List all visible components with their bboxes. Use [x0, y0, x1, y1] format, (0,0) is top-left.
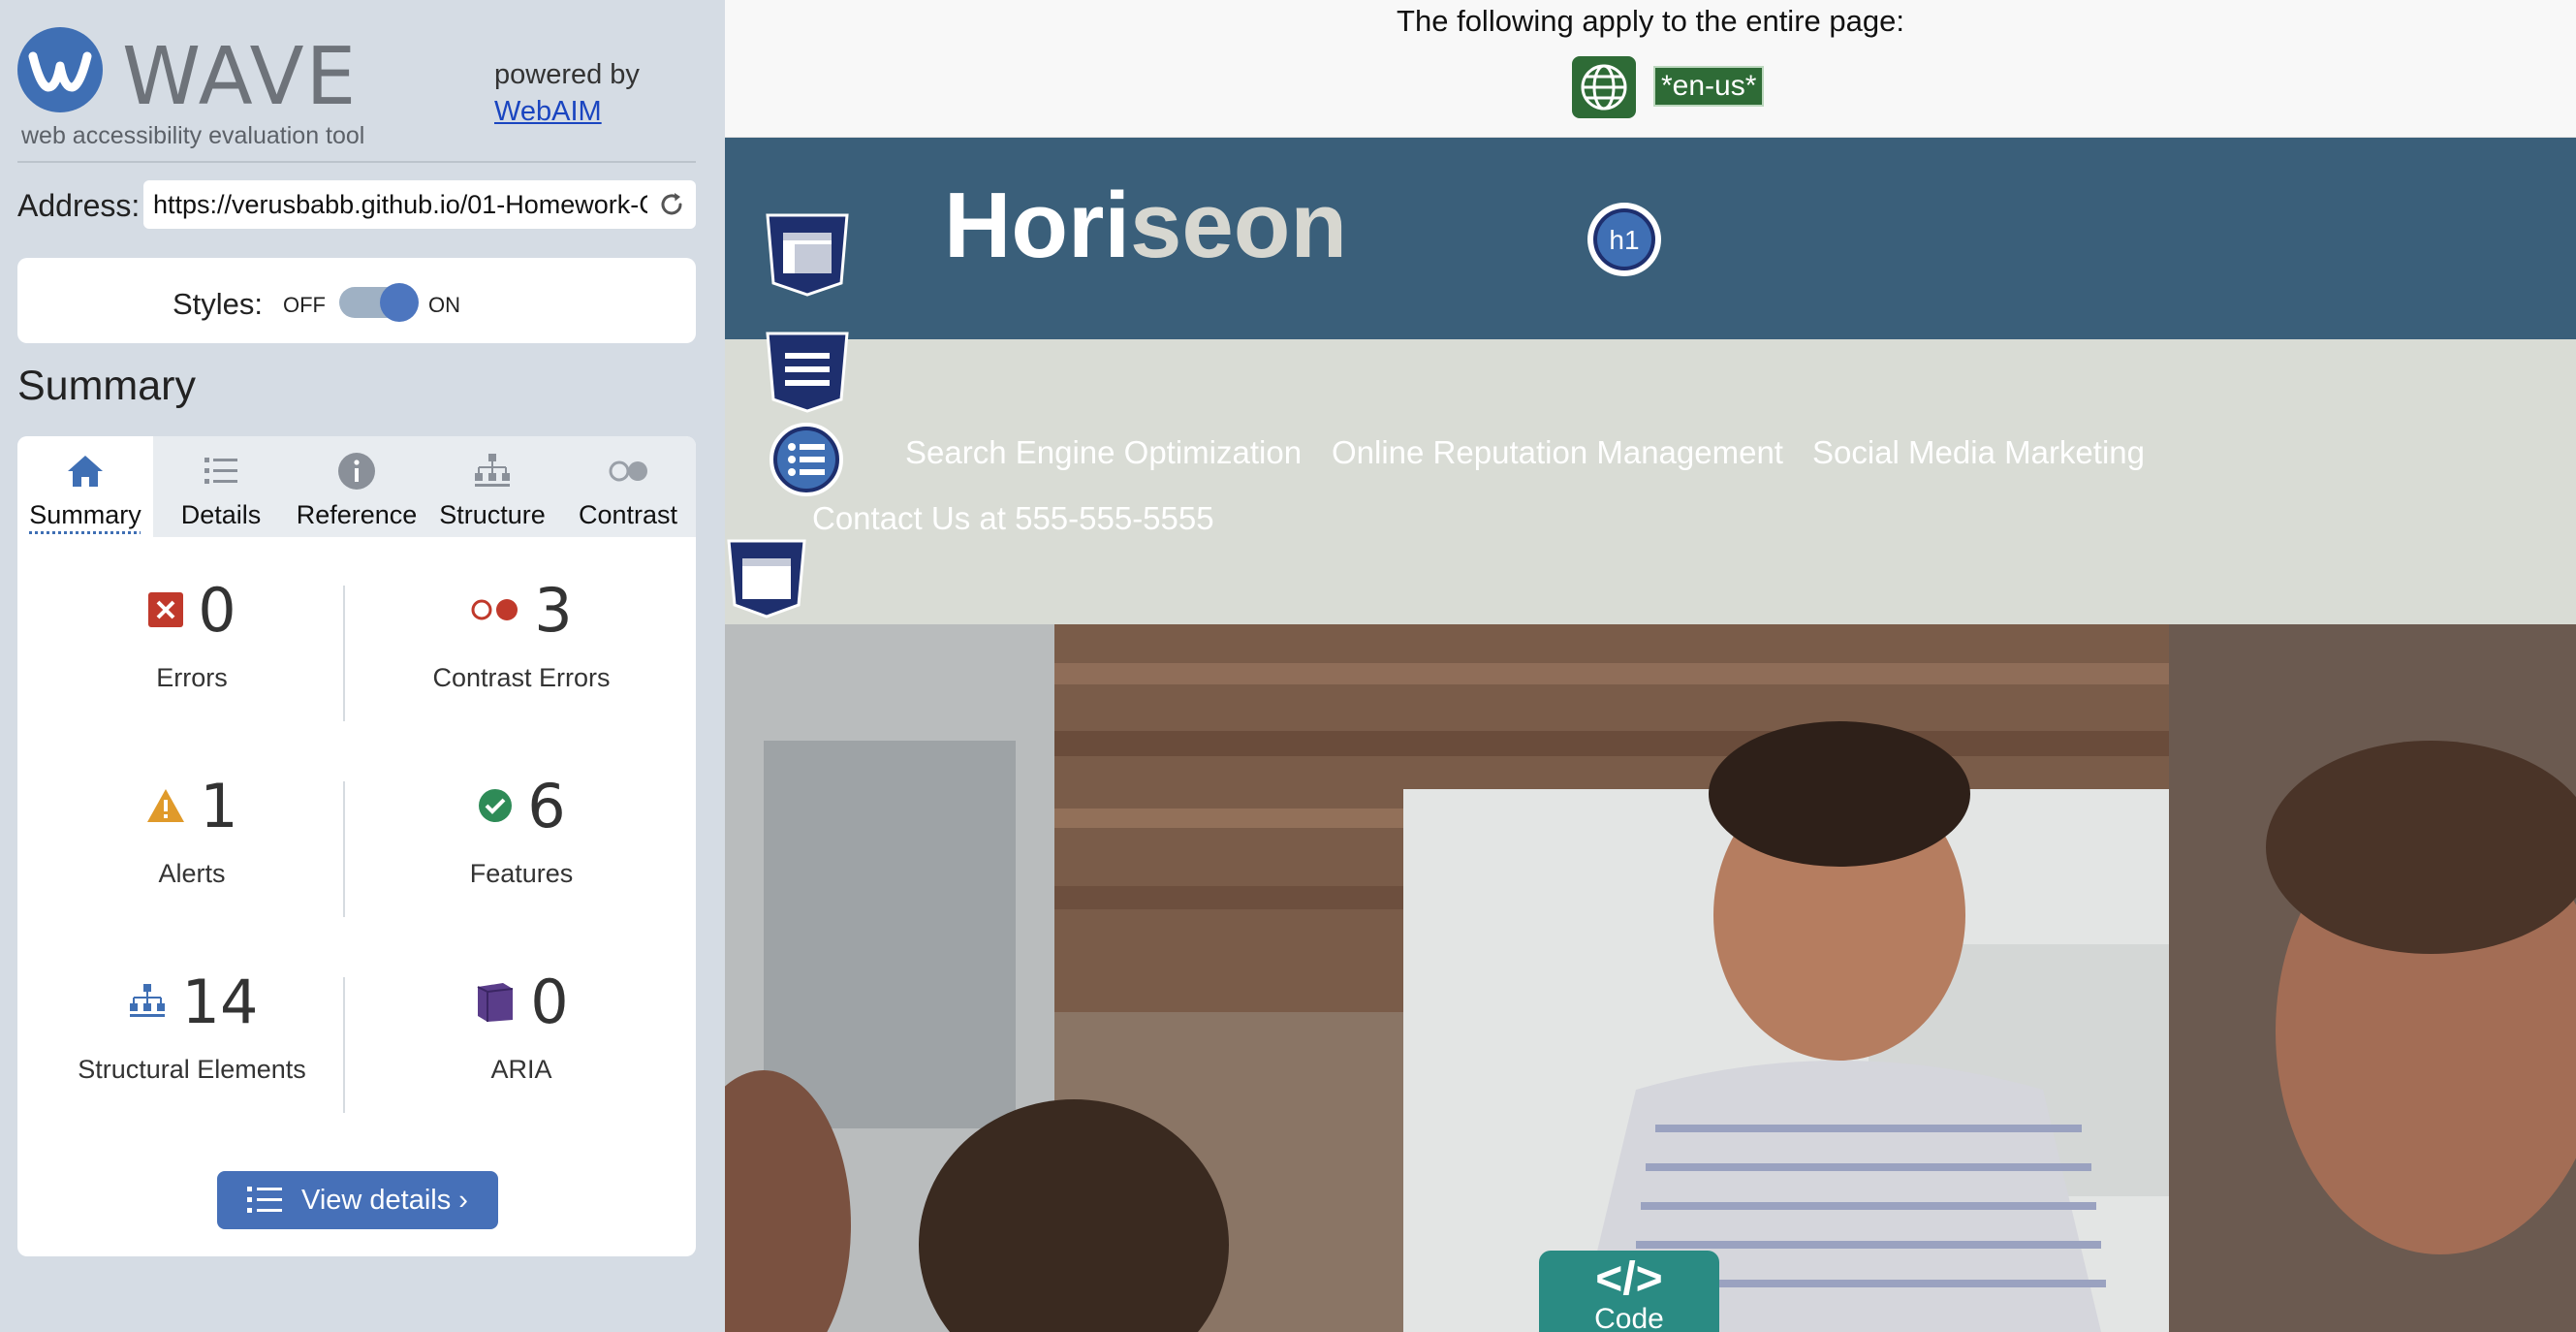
aria-icon — [477, 983, 514, 1022]
info-icon — [338, 453, 375, 490]
brand-main: Hori — [944, 174, 1130, 277]
list-icon — [204, 458, 237, 484]
main-structure-icon[interactable] — [725, 537, 808, 625]
feature-check-icon — [479, 789, 513, 822]
styles-off-label: OFF — [283, 293, 326, 317]
wave-logo-icon — [17, 27, 103, 112]
code-icon[interactable]: </> Code — [1539, 1251, 1719, 1332]
page-preview: The following apply to the entire page: … — [725, 0, 2576, 1332]
features-count: 6 — [527, 770, 566, 841]
brand-accent: seon — [1130, 174, 1348, 277]
stat-contrast-errors[interactable]: 3 Contrast Errors — [366, 556, 676, 731]
tab-label: Structure — [439, 500, 546, 529]
structural-count: 14 — [181, 966, 259, 1037]
tab-details[interactable]: Details — [153, 436, 289, 537]
structural-label: Structural Elements — [78, 1055, 306, 1084]
h1-heading-icon[interactable]: h1 — [1587, 203, 1661, 276]
webaim-link[interactable]: WebAIM — [494, 93, 640, 130]
contrast-error-icon — [471, 599, 518, 620]
view-details-button[interactable]: View details › — [217, 1171, 498, 1229]
language-badge[interactable]: *en-us* — [1653, 66, 1765, 107]
tab-label: Reference — [296, 500, 418, 529]
tab-summary[interactable]: Summary — [17, 436, 153, 537]
errors-count: 0 — [198, 574, 236, 646]
globe-icon[interactable] — [1572, 56, 1636, 118]
code-symbol: </> — [1595, 1253, 1663, 1305]
contrast-errors-count: 3 — [534, 574, 573, 646]
nav-link-social[interactable]: Social Media Marketing — [1812, 434, 2145, 471]
styles-on-label: ON — [428, 293, 460, 317]
stat-alerts[interactable]: 1 Alerts — [37, 752, 347, 927]
address-label: Address: — [17, 188, 141, 223]
toggle-knob — [380, 283, 419, 322]
alerts-count: 1 — [200, 770, 238, 841]
tab-contrast[interactable]: Contrast — [560, 436, 696, 537]
tab-label: Details — [180, 500, 262, 529]
h1-badge-text: h1 — [1609, 225, 1639, 255]
contrast-icon — [609, 460, 647, 482]
tab-structure[interactable]: Structure — [424, 436, 560, 537]
address-box — [143, 180, 696, 229]
powered-by-text: powered by — [494, 59, 640, 90]
tab-label: Summary — [29, 500, 141, 529]
stat-errors[interactable]: 0 Errors — [37, 556, 347, 731]
home-icon — [68, 456, 103, 487]
alerts-label: Alerts — [158, 859, 226, 888]
reload-icon[interactable] — [657, 190, 686, 219]
stat-features[interactable]: 6 Features — [366, 752, 676, 927]
summary-panel: Summary Details Reference Structure Cont… — [17, 436, 696, 1256]
site-nav: Search Engine Optimization Online Reputa… — [725, 339, 2576, 624]
contrast-errors-label: Contrast Errors — [432, 663, 611, 692]
hero-image — [725, 624, 2576, 1332]
panel-tabs: Summary Details Reference Structure Cont… — [17, 436, 696, 537]
code-label: Code — [1594, 1303, 1664, 1332]
error-icon — [148, 592, 184, 627]
aria-label: ARIA — [490, 1055, 552, 1084]
alert-icon — [147, 789, 185, 822]
structure-icon — [129, 984, 165, 1017]
aria-count: 0 — [530, 966, 569, 1037]
hierarchy-icon — [475, 454, 510, 487]
view-details-label: View details › — [301, 1184, 468, 1216]
wave-logo-area: WAVE web accessibility evaluation tool p… — [17, 27, 696, 153]
stat-structural[interactable]: 14 Structural Elements — [37, 948, 347, 1123]
office-photo — [725, 624, 2576, 1332]
nav-link-reputation[interactable]: Online Reputation Management — [1332, 434, 1783, 471]
styles-toggle-card: Styles: OFF ON — [17, 258, 696, 343]
stat-aria[interactable]: 0 ARIA — [366, 948, 676, 1123]
address-bar: Address: — [17, 180, 696, 231]
site-brand: Horiseon — [944, 173, 1347, 279]
styles-toggle[interactable] — [339, 283, 419, 322]
powered-by: powered by WebAIM — [494, 56, 640, 130]
wave-sidebar: WAVE web accessibility evaluation tool p… — [0, 0, 725, 1332]
app-subtitle: web accessibility evaluation tool — [21, 122, 365, 149]
list-icon — [247, 1187, 283, 1213]
address-input[interactable] — [153, 180, 647, 229]
nav-link-seo[interactable]: Search Engine Optimization — [905, 434, 1302, 471]
divider — [17, 161, 696, 163]
nav-link-contact[interactable]: Contact Us at 555-555-5555 — [812, 500, 1214, 537]
page-notice: The following apply to the entire page: — [1397, 4, 1904, 38]
page-level-bar: The following apply to the entire page: … — [725, 0, 2576, 138]
nav-structure-icon[interactable] — [764, 330, 851, 418]
app-title: WAVE — [122, 31, 359, 123]
features-label: Features — [469, 859, 574, 888]
tab-reference[interactable]: Reference — [289, 436, 424, 537]
header-structure-icon[interactable] — [764, 211, 851, 301]
errors-label: Errors — [156, 663, 228, 692]
styles-label: Styles: — [173, 287, 264, 321]
summary-heading: Summary — [17, 363, 196, 409]
tab-label: Contrast — [578, 500, 678, 529]
list-structure-icon[interactable] — [768, 421, 845, 503]
